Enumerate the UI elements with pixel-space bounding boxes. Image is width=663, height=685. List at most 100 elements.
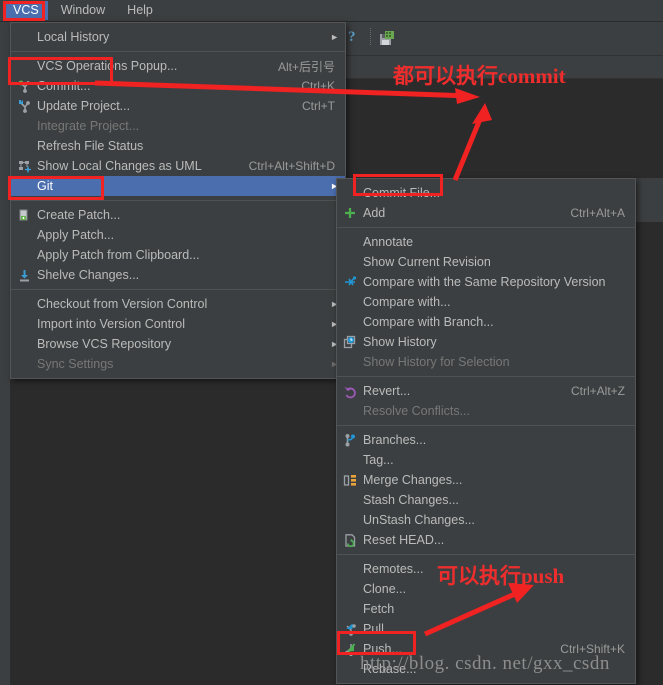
save-all-icon[interactable]: [379, 30, 395, 46]
menu-item-branches[interactable]: Branches...: [337, 430, 635, 450]
menu-item-create-patch[interactable]: Create Patch...: [11, 205, 345, 225]
toolbar-separator: [370, 28, 372, 45]
menu-item-import-into-version-control[interactable]: Import into Version Control ►: [11, 314, 345, 334]
commit-icon: [11, 78, 37, 94]
menu-item-tag[interactable]: Tag...: [337, 450, 635, 470]
menu-item-accelerator: Alt+后引号: [277, 59, 335, 74]
menu-item-commit[interactable]: Commit... Ctrl+K: [11, 76, 345, 96]
blank-icon: [11, 29, 37, 45]
menu-item-commit-file[interactable]: Commit File...: [337, 183, 635, 203]
menubar-item-help[interactable]: Help: [118, 1, 162, 20]
blank-icon: [337, 294, 363, 310]
menu-item-revert[interactable]: Revert... Ctrl+Alt+Z: [337, 381, 635, 401]
blank-icon: [11, 178, 37, 194]
menu-item-clone[interactable]: Clone...: [337, 579, 635, 599]
compare-icon: [337, 274, 363, 290]
menu-item-update-project[interactable]: Update Project... Ctrl+T: [11, 96, 345, 116]
blank-icon: [11, 247, 37, 263]
menu-item-label: Browse VCS Repository: [37, 337, 172, 351]
menu-item-label: Revert...: [363, 384, 411, 398]
menu-item-label: Git: [37, 179, 53, 193]
blank-icon: [11, 227, 37, 243]
menu-item-pull[interactable]: Pull...: [337, 619, 635, 639]
menu-item-label: Push...: [363, 642, 402, 656]
menu-item-remotes[interactable]: Remotes...: [337, 559, 635, 579]
menu-item-label: Compare with the Same Repository Version: [363, 275, 606, 289]
menu-item-label: Merge Changes...: [363, 473, 463, 487]
menu-item-checkout-from-version-control[interactable]: Checkout from Version Control ►: [11, 294, 345, 314]
menu-separator: [11, 289, 345, 290]
menu-item-show-history-for-selection: Show History for Selection: [337, 352, 635, 372]
menu-item-show-local-changes-as-uml[interactable]: Show Local Changes as UML Ctrl+Alt+Shift…: [11, 156, 345, 176]
menu-item-label: Show History: [363, 335, 437, 349]
menu-item-label: Remotes...: [363, 562, 424, 576]
menu-item-local-history[interactable]: Local History ►: [11, 27, 345, 47]
blank-icon: [11, 118, 37, 134]
menu-item-fetch[interactable]: Fetch: [337, 599, 635, 619]
menu-item-label: Commit File...: [363, 186, 441, 200]
menubar-label-window: Window: [60, 3, 106, 17]
menu-item-label: Show Local Changes as UML: [37, 159, 202, 173]
menu-separator: [11, 200, 345, 201]
menubar-label-vcs: VCS: [13, 3, 39, 17]
menu-item-browse-vcs-repository[interactable]: Browse VCS Repository ►: [11, 334, 345, 354]
blank-icon: [11, 138, 37, 154]
menu-item-accelerator: Ctrl+Alt+Shift+D: [248, 159, 335, 173]
blank-icon: [337, 661, 363, 677]
menu-item-merge-changes[interactable]: Merge Changes...: [337, 470, 635, 490]
menu-item-refresh-file-status[interactable]: Refresh File Status: [11, 136, 345, 156]
history-icon: [337, 334, 363, 350]
menubar-label-help: Help: [127, 3, 153, 17]
menu-item-stash-changes[interactable]: Stash Changes...: [337, 490, 635, 510]
menu-item-label: UnStash Changes...: [363, 513, 475, 527]
blank-icon: [337, 403, 363, 419]
menu-separator: [337, 425, 635, 426]
revert-icon: [337, 383, 363, 399]
menu-item-compare-with-same-repository-version[interactable]: Compare with the Same Repository Version: [337, 272, 635, 292]
blank-icon: [11, 316, 37, 332]
menu-bar: VCS Window Help: [0, 0, 663, 22]
menu-item-push[interactable]: Push... Ctrl+Shift+K: [337, 639, 635, 659]
menu-item-shelve-changes[interactable]: Shelve Changes...: [11, 265, 345, 285]
menu-item-label: Rebase...: [363, 662, 417, 676]
menu-item-apply-patch[interactable]: Apply Patch...: [11, 225, 345, 245]
menu-item-show-current-revision[interactable]: Show Current Revision: [337, 252, 635, 272]
menu-item-git[interactable]: Git ►: [11, 176, 345, 196]
menu-item-accelerator: Ctrl+Shift+K: [560, 642, 625, 656]
menu-item-label: VCS Operations Popup...: [37, 59, 178, 73]
menu-item-label: Checkout from Version Control: [37, 297, 208, 311]
blank-icon: [337, 512, 363, 528]
shelve-icon: [11, 267, 37, 283]
uml-icon: [11, 158, 37, 174]
blank-icon: [337, 234, 363, 250]
help-icon[interactable]: ?: [348, 29, 356, 46]
menu-item-accelerator: Ctrl+Alt+A: [570, 206, 625, 220]
blank-icon: [11, 336, 37, 352]
menubar-item-window[interactable]: Window: [52, 1, 114, 20]
menu-item-unstash-changes[interactable]: UnStash Changes...: [337, 510, 635, 530]
menu-item-show-history[interactable]: Show History: [337, 332, 635, 352]
chevron-right-icon: ►: [330, 31, 339, 42]
git-submenu-popup: Commit File... Add Ctrl+Alt+A Annotate S…: [336, 178, 636, 684]
menu-item-label: Compare with...: [363, 295, 451, 309]
menu-item-vcs-operations-popup[interactable]: VCS Operations Popup... Alt+后引号: [11, 56, 345, 76]
menu-item-label: Create Patch...: [37, 208, 121, 222]
blank-icon: [337, 452, 363, 468]
menu-item-apply-patch-from-clipboard[interactable]: Apply Patch from Clipboard...: [11, 245, 345, 265]
menu-item-accelerator: Ctrl+T: [302, 99, 335, 113]
menu-item-label: Sync Settings: [37, 357, 114, 371]
menu-item-integrate-project: Integrate Project...: [11, 116, 345, 136]
menu-item-label: Integrate Project...: [37, 119, 140, 133]
menu-separator: [337, 376, 635, 377]
menu-item-compare-with-branch[interactable]: Compare with Branch...: [337, 312, 635, 332]
menu-item-compare-with[interactable]: Compare with...: [337, 292, 635, 312]
menu-item-annotate[interactable]: Annotate: [337, 232, 635, 252]
menubar-item-vcs[interactable]: VCS: [4, 1, 48, 20]
blank-icon: [337, 354, 363, 370]
menu-item-label: Resolve Conflicts...: [363, 404, 470, 418]
blank-icon: [11, 296, 37, 312]
patch-icon: [11, 207, 37, 223]
menu-item-reset-head[interactable]: Reset HEAD...: [337, 530, 635, 550]
menu-item-rebase[interactable]: Rebase...: [337, 659, 635, 679]
menu-item-add[interactable]: Add Ctrl+Alt+A: [337, 203, 635, 223]
